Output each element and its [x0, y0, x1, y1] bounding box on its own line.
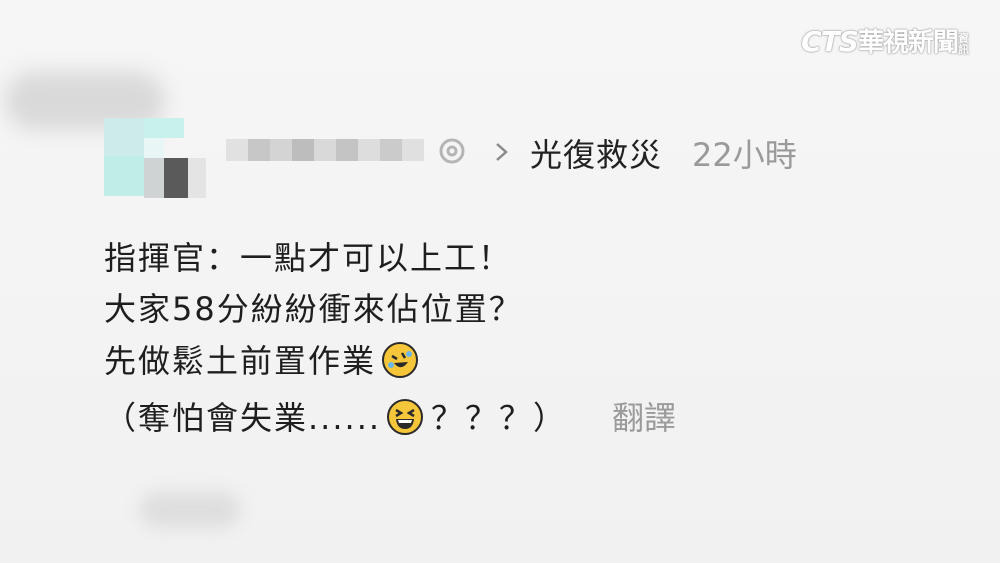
post-timestamp[interactable]: 22小時 [692, 130, 797, 176]
watermark-name: 華視新聞 [857, 28, 959, 58]
blurred-username[interactable] [226, 139, 424, 161]
post-text-line-content: 先做鬆土前置作業 [104, 342, 377, 380]
rolling-laughing-emoji-icon [382, 342, 419, 378]
avatar[interactable] [104, 118, 208, 198]
post-text-line-content: （奪怕會失業...... [104, 399, 382, 437]
translate-link[interactable]: 翻譯 [612, 393, 676, 439]
post-text-line: 指揮官：一點才可以上工！ [104, 239, 513, 277]
channel-watermark: CTS華視新聞資訊 [801, 22, 970, 59]
grinning-squint-emoji-icon [387, 399, 424, 435]
post-text-line: 先做鬆土前置作業 [104, 336, 419, 382]
watermark-small: 資訊 [958, 31, 969, 56]
blurred-region-bottom [140, 492, 240, 528]
watermark-brand: CTS [801, 25, 859, 58]
chevron-right-icon [493, 140, 511, 164]
group-name-link[interactable]: 光復救災 [530, 130, 662, 176]
verified-badge-icon [437, 136, 467, 166]
post-text-line: 大家58分紛紛衝來佔位置？ [104, 290, 523, 328]
post-text-line: （奪怕會失業...... ？？？） [104, 393, 567, 439]
post-text-line-suffix: ？？？） [431, 399, 568, 437]
